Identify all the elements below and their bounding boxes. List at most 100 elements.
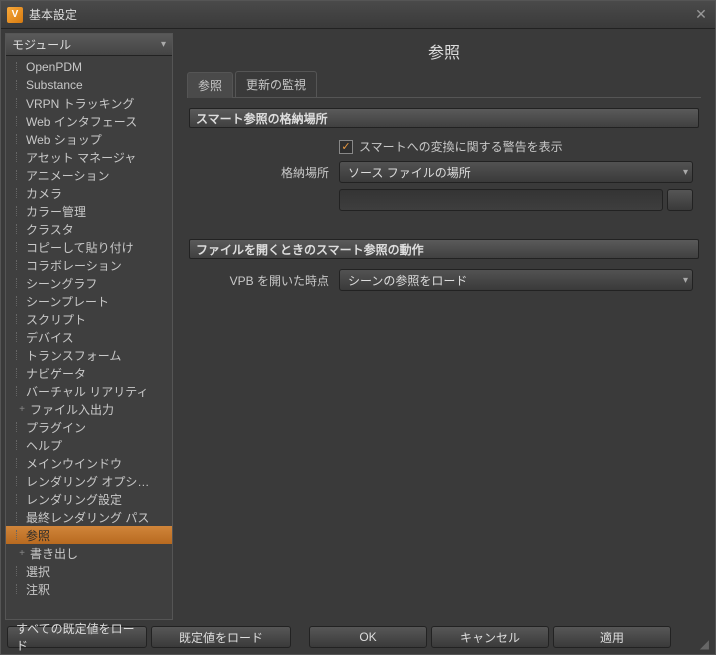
sidebar-item[interactable]: カラー管理 [6, 202, 172, 220]
load-defaults-button[interactable]: 既定値をロード [151, 626, 291, 648]
sidebar-item-label: バーチャル リアリティ [26, 383, 149, 400]
tree-expander-icon [16, 350, 24, 360]
window-title: 基本設定 [29, 6, 693, 23]
tree-expander-icon [16, 296, 24, 306]
browse-button[interactable] [667, 189, 693, 211]
sidebar: モジュール ▾ OpenPDM Substance VRPN トラッキングWeb イ… [5, 33, 173, 620]
sidebar-item[interactable]: 注釈 [6, 580, 172, 598]
tree-expander-icon [16, 278, 24, 288]
sidebar-item[interactable]: ナビゲータ [6, 364, 172, 382]
group-smart-reference-location: スマート参照の格納場所 ✓ スマートへの変換に関する警告を表示 [189, 108, 699, 223]
load-all-defaults-button[interactable]: すべての既定値をロード [7, 626, 147, 648]
sidebar-item[interactable]: クラスタ [6, 220, 172, 238]
sidebar-item-label: Substance [26, 78, 83, 92]
sidebar-item-label: 注釈 [26, 581, 50, 598]
sidebar-item-label: レンダリング設定 [26, 491, 122, 508]
sidebar-item[interactable]: +ファイル入出力 [6, 400, 172, 418]
tree-expander-icon [16, 242, 24, 252]
sidebar-item[interactable]: Substance [6, 76, 172, 94]
sidebar-item-label: デバイス [26, 329, 74, 346]
storage-path-input[interactable] [339, 189, 663, 211]
tree-expander-icon [16, 206, 24, 216]
sidebar-item-label: ヘルプ [26, 437, 62, 454]
sidebar-item[interactable]: +書き出し [6, 544, 172, 562]
sidebar-item[interactable]: OpenPDM [6, 58, 172, 76]
storage-location-select[interactable]: ソース ファイルの場所 ▾ [339, 161, 693, 183]
sidebar-item-label: クラスタ [26, 221, 74, 238]
warn-on-convert-checkbox[interactable]: ✓ スマートへの変換に関する警告を表示 [339, 138, 563, 155]
sidebar-item[interactable]: レンダリング オプシ… [6, 472, 172, 490]
sidebar-item[interactable]: アセット マネージャ [6, 148, 172, 166]
page-title: 参照 [187, 39, 701, 63]
sidebar-item[interactable]: ヘルプ [6, 436, 172, 454]
sidebar-item[interactable]: アニメーション [6, 166, 172, 184]
sidebar-item[interactable]: スクリプト [6, 310, 172, 328]
sidebar-item[interactable]: メインウインドウ [6, 454, 172, 472]
sidebar-item[interactable]: カメラ [6, 184, 172, 202]
tree-expander-icon [16, 566, 24, 576]
ok-button[interactable]: OK [309, 626, 427, 648]
tree-expander-icon [16, 458, 24, 468]
tree-expander-icon [16, 224, 24, 234]
module-tree: OpenPDM Substance VRPN トラッキングWeb インタフェースWe… [6, 56, 172, 619]
tree-expander-icon [16, 152, 24, 162]
tree-expander-icon [16, 584, 24, 594]
sidebar-item[interactable]: デバイス [6, 328, 172, 346]
sidebar-header[interactable]: モジュール ▾ [6, 34, 172, 56]
sidebar-item[interactable]: 選択 [6, 562, 172, 580]
sidebar-item-label: 最終レンダリング パス [26, 509, 149, 526]
sidebar-item[interactable]: Web インタフェース [6, 112, 172, 130]
sidebar-item[interactable]: VRPN トラッキング [6, 94, 172, 112]
footer: すべての既定値をロード 既定値をロード OK キャンセル 適用 ◢ [1, 620, 715, 654]
close-icon[interactable]: ✕ [693, 7, 709, 23]
sidebar-item-label: スクリプト [26, 311, 86, 328]
sidebar-item-label: コラボレーション [26, 257, 122, 274]
open-vpb-label: VPB を開いた時点 [195, 272, 339, 289]
sidebar-item[interactable]: レンダリング設定 [6, 490, 172, 508]
sidebar-item-label: アセット マネージャ [26, 149, 136, 166]
sidebar-item-label: Web インタフェース [26, 113, 137, 130]
sidebar-item[interactable]: 最終レンダリング パス [6, 508, 172, 526]
sidebar-item-label: カメラ [26, 185, 62, 202]
tree-expander-icon [16, 530, 24, 540]
dropdown-value: ソース ファイルの場所 [348, 164, 471, 181]
sidebar-item-label: プラグイン [26, 419, 86, 436]
tab-reference[interactable]: 参照 [187, 72, 233, 98]
tree-expander-icon [16, 260, 24, 270]
tree-expander-icon [16, 494, 24, 504]
sidebar-item[interactable]: コラボレーション [6, 256, 172, 274]
chevron-down-icon: ▾ [677, 275, 688, 286]
apply-button[interactable]: 適用 [553, 626, 671, 648]
tab-update-monitor[interactable]: 更新の監視 [235, 71, 317, 97]
open-vpb-select[interactable]: シーンの参照をロード ▾ [339, 269, 693, 291]
sidebar-item-label: ファイル入出力 [30, 401, 114, 418]
sidebar-item[interactable]: Web ショップ [6, 130, 172, 148]
sidebar-item-label: アニメーション [26, 167, 110, 184]
sidebar-item[interactable]: シーンプレート [6, 292, 172, 310]
storage-location-label: 格納場所 [195, 164, 339, 181]
sidebar-item[interactable]: 参照 [6, 526, 172, 544]
checkbox-label: スマートへの変換に関する警告を表示 [359, 138, 563, 155]
tree-expander-icon [16, 368, 24, 378]
tree-expander-icon [16, 170, 24, 180]
sidebar-item[interactable]: トランスフォーム [6, 346, 172, 364]
tree-expander-icon [16, 116, 24, 126]
sidebar-item[interactable]: シーングラフ [6, 274, 172, 292]
sidebar-item-label: シーングラフ [26, 275, 97, 292]
chevron-down-icon: ▾ [161, 39, 166, 50]
sidebar-item-label: 参照 [26, 527, 50, 544]
resize-grip-icon[interactable]: ◢ [695, 638, 709, 652]
sidebar-item-label: VRPN トラッキング [26, 95, 134, 112]
group-header: ファイルを開くときのスマート参照の動作 [189, 239, 699, 259]
tab-label: 参照 [198, 79, 222, 93]
sidebar-item[interactable]: プラグイン [6, 418, 172, 436]
tree-expander-icon [16, 440, 24, 450]
sidebar-item-label: ナビゲータ [26, 365, 86, 382]
checkbox-icon: ✓ [339, 140, 353, 154]
button-label: 適用 [600, 629, 624, 646]
tree-expander-icon [16, 80, 24, 90]
tree-expander-icon [16, 62, 24, 72]
sidebar-item[interactable]: コピーして貼り付け [6, 238, 172, 256]
cancel-button[interactable]: キャンセル [431, 626, 549, 648]
sidebar-item[interactable]: バーチャル リアリティ [6, 382, 172, 400]
